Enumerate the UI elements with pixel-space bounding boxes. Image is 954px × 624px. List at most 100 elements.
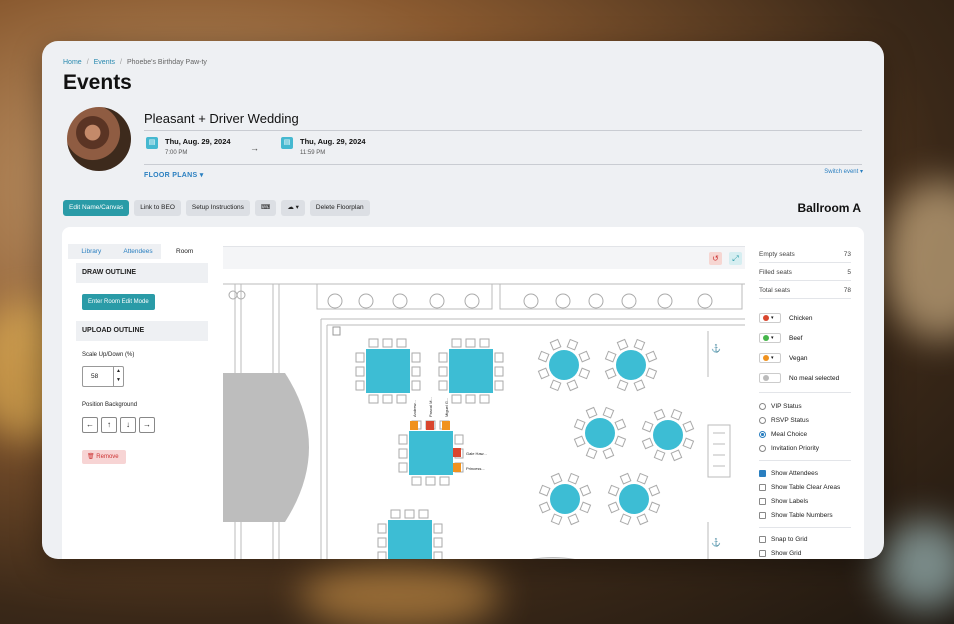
- tab-attendees[interactable]: Attendees: [114, 244, 162, 259]
- chair[interactable]: [438, 380, 448, 391]
- chair[interactable]: [377, 537, 387, 548]
- radio-button[interactable]: [759, 445, 766, 452]
- chair[interactable]: [411, 352, 421, 363]
- chair[interactable]: [633, 379, 646, 392]
- chair[interactable]: [411, 476, 422, 486]
- chair[interactable]: [439, 476, 450, 486]
- chair[interactable]: [670, 449, 683, 462]
- chair[interactable]: [550, 472, 563, 485]
- chair[interactable]: [682, 437, 695, 450]
- meal-beef[interactable]: ▾ Beef: [759, 333, 802, 343]
- chair[interactable]: [682, 420, 695, 433]
- checkbox[interactable]: [759, 470, 766, 477]
- switch-event-link[interactable]: Switch event ▾: [824, 168, 863, 175]
- chair[interactable]: [368, 338, 379, 348]
- chair[interactable]: [579, 484, 592, 497]
- radio-invitation-priority[interactable]: Invitation Priority: [759, 445, 819, 452]
- radio-vip-status[interactable]: VIP Status: [759, 403, 802, 410]
- radio-button[interactable]: [759, 403, 766, 410]
- table-top[interactable]: [409, 431, 453, 475]
- stepper-icon[interactable]: ▲ ▼: [113, 367, 123, 386]
- chair[interactable]: [585, 447, 598, 460]
- chair[interactable]: [479, 338, 490, 348]
- seat-chicken[interactable]: [453, 448, 461, 457]
- chair[interactable]: [438, 352, 448, 363]
- table-top[interactable]: [619, 484, 649, 514]
- chair[interactable]: [579, 501, 592, 514]
- table-top[interactable]: [449, 349, 493, 393]
- chair[interactable]: [433, 537, 443, 548]
- chair[interactable]: [616, 338, 629, 351]
- chair[interactable]: [566, 338, 579, 351]
- chair[interactable]: [368, 394, 379, 404]
- chair[interactable]: [607, 484, 620, 497]
- table-top[interactable]: [616, 350, 646, 380]
- color-picker[interactable]: ▾: [759, 313, 781, 323]
- chair[interactable]: [619, 513, 632, 526]
- scale-input[interactable]: 58 ▲ ▼: [82, 366, 124, 387]
- chair[interactable]: [641, 420, 654, 433]
- chair[interactable]: [604, 350, 617, 363]
- chair[interactable]: [398, 434, 408, 445]
- chair[interactable]: [451, 394, 462, 404]
- chair[interactable]: [567, 472, 580, 485]
- chair[interactable]: [418, 509, 429, 519]
- tab-room[interactable]: Room: [161, 244, 209, 259]
- table-top[interactable]: [366, 349, 410, 393]
- chair[interactable]: [382, 394, 393, 404]
- square-table[interactable]: [377, 509, 443, 559]
- delete-floorplan-button[interactable]: Delete Floorplan: [309, 200, 370, 216]
- chair[interactable]: [390, 509, 401, 519]
- checkbox-show-grid[interactable]: Show Grid: [759, 550, 801, 557]
- chair[interactable]: [578, 350, 591, 363]
- chair[interactable]: [670, 408, 683, 421]
- round-table[interactable]: [604, 338, 658, 392]
- cloud-download-icon[interactable]: ☁ ▾: [281, 200, 305, 216]
- link-to-beo-button[interactable]: Link to BEO: [134, 200, 181, 216]
- breadcrumb-events[interactable]: Events: [94, 59, 115, 66]
- chair[interactable]: [614, 435, 627, 448]
- table-top[interactable]: [653, 420, 683, 450]
- chair[interactable]: [355, 366, 365, 377]
- edit-name-canvas-button[interactable]: Edit Name/Canvas: [63, 200, 130, 216]
- chair[interactable]: [653, 408, 666, 421]
- table-top[interactable]: [550, 484, 580, 514]
- color-picker[interactable]: ▾: [759, 333, 781, 343]
- chair[interactable]: [454, 434, 464, 445]
- round-table[interactable]: [641, 408, 695, 462]
- chair[interactable]: [377, 551, 387, 559]
- checkbox-show-attendees[interactable]: Show Attendees: [759, 470, 818, 477]
- chair[interactable]: [425, 476, 436, 486]
- chair[interactable]: [585, 406, 598, 419]
- table-top[interactable]: [388, 520, 432, 559]
- chair[interactable]: [633, 338, 646, 351]
- chair[interactable]: [465, 338, 476, 348]
- chair[interactable]: [404, 509, 415, 519]
- chair[interactable]: [573, 418, 586, 431]
- chair[interactable]: [616, 379, 629, 392]
- chair[interactable]: [567, 513, 580, 526]
- chair[interactable]: [411, 366, 421, 377]
- meal-vegan[interactable]: ▾ Vegan: [759, 353, 807, 363]
- chair[interactable]: [645, 367, 658, 380]
- chair[interactable]: [355, 352, 365, 363]
- chair[interactable]: [494, 352, 504, 363]
- seat-vegan[interactable]: [442, 421, 450, 430]
- chair[interactable]: [396, 394, 407, 404]
- radio-meal-choice[interactable]: Meal Choice: [759, 431, 807, 438]
- table-top[interactable]: [549, 350, 579, 380]
- setup-instructions-button[interactable]: Setup Instructions: [185, 200, 250, 216]
- chair[interactable]: [398, 448, 408, 459]
- chair[interactable]: [377, 523, 387, 534]
- meal-chicken[interactable]: ▾ Chicken: [759, 313, 812, 323]
- chair[interactable]: [614, 418, 627, 431]
- chair[interactable]: [636, 513, 649, 526]
- checkbox[interactable]: [759, 550, 766, 557]
- round-table[interactable]: [538, 472, 592, 526]
- checkbox-show-table-numbers[interactable]: Show Table Numbers: [759, 512, 833, 519]
- chair[interactable]: [398, 462, 408, 473]
- floorplan-canvas[interactable]: ↺ ⤢ Andrew... Pascal M... Miguel G... Ga…: [223, 246, 745, 559]
- chair[interactable]: [645, 350, 658, 363]
- arrow-down-icon[interactable]: ↓: [120, 417, 136, 433]
- breadcrumb-home[interactable]: Home: [63, 59, 82, 66]
